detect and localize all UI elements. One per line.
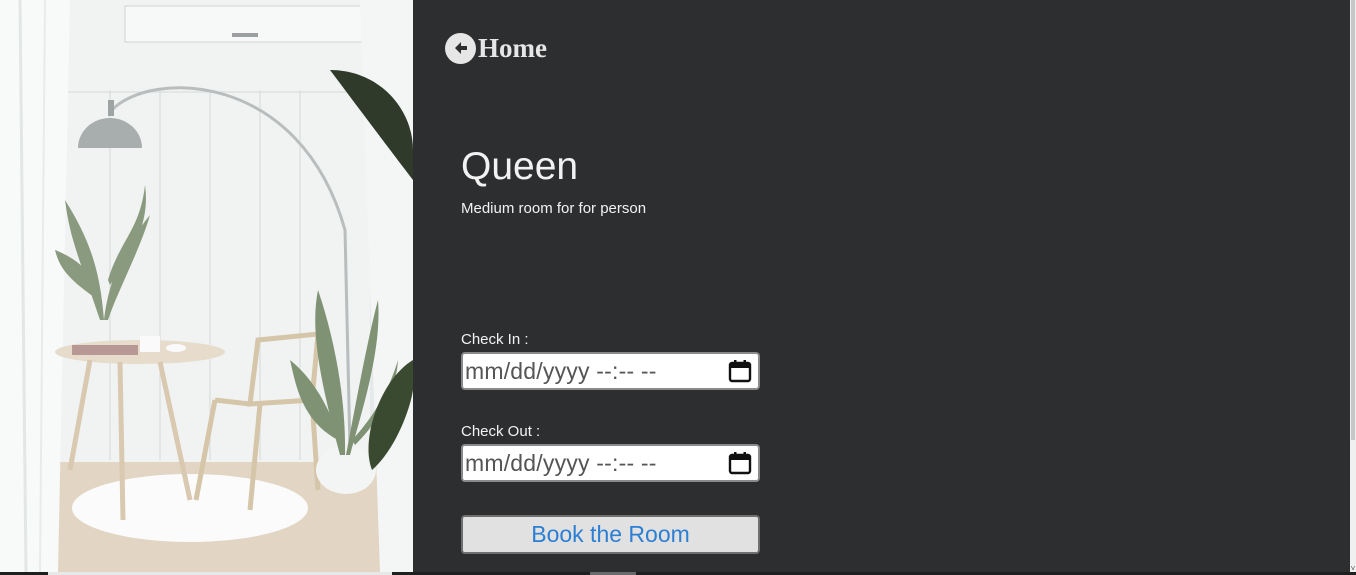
- check-out-placeholder: mm/dd/yyyy --:-- --: [465, 449, 657, 476]
- check-in-placeholder: mm/dd/yyyy --:-- --: [465, 357, 657, 384]
- check-out-label: Check Out :: [461, 423, 541, 440]
- home-label[interactable]: Home: [478, 31, 547, 65]
- booking-panel: Home Queen Medium room for for person Ch…: [413, 0, 1350, 572]
- vertical-scrollbar-thumb[interactable]: [1351, 0, 1355, 440]
- calendar-icon[interactable]: [727, 450, 753, 476]
- check-in-input[interactable]: mm/dd/yyyy --:-- --: [461, 352, 760, 390]
- room-description: Medium room for for person: [461, 200, 647, 217]
- room-title: Queen: [461, 145, 579, 188]
- arrow-left-circle-icon[interactable]: [445, 32, 476, 64]
- calendar-icon[interactable]: [727, 358, 753, 384]
- book-room-button[interactable]: Book the Room: [461, 515, 760, 554]
- check-out-input[interactable]: mm/dd/yyyy --:-- --: [461, 444, 760, 482]
- home-link[interactable]: Home: [445, 31, 547, 65]
- check-in-label: Check In :: [461, 331, 529, 348]
- vertical-scrollbar[interactable]: [1350, 0, 1356, 572]
- room-photo: [0, 0, 413, 572]
